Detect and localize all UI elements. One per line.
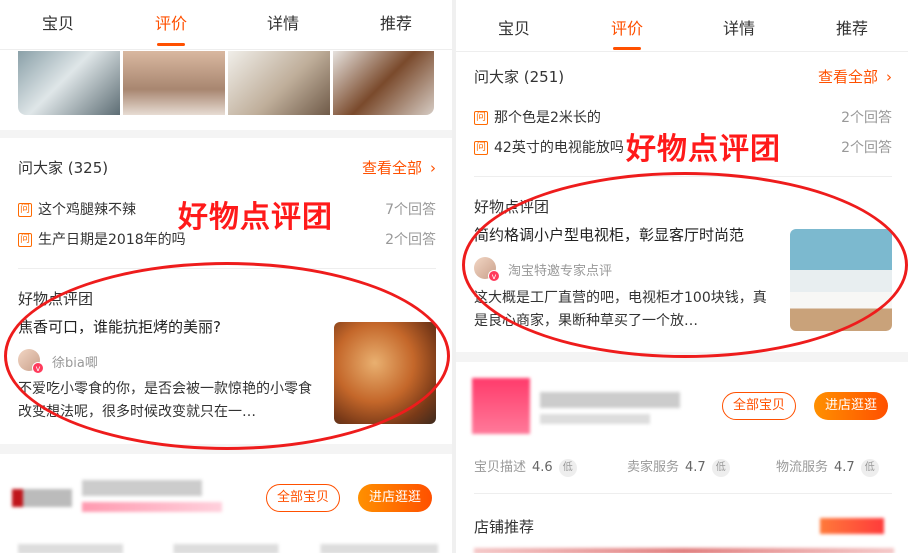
answer-count: 2个回答: [385, 232, 436, 248]
tab-details[interactable]: 详情: [723, 6, 755, 52]
store-recommend-strip: [474, 548, 894, 553]
see-all-label: 查看全部: [817, 68, 878, 86]
tab-item[interactable]: 宝贝: [42, 0, 74, 48]
all-items-button[interactable]: 全部宝贝: [722, 392, 797, 420]
left-screenshot: 宝贝 评价 详情 推荐 问大家 (325) 查看全部 › 问 这个鸡腿辣不辣 7个…: [0, 0, 452, 553]
see-all-label: 查看全部: [361, 159, 422, 177]
tab-reviews[interactable]: 评价: [155, 0, 187, 48]
review-photo[interactable]: [228, 51, 330, 115]
store-recommend-title: 店铺推荐: [474, 518, 535, 536]
rating-label: 物流服务: [776, 460, 829, 475]
ask-title: 问大家 (325): [18, 159, 109, 177]
tab-item[interactable]: 宝贝: [498, 6, 530, 52]
question-icon: 问: [18, 233, 32, 247]
highlight-ellipse: [462, 172, 908, 358]
rating-logistics: 物流服务 4.7 低: [776, 456, 879, 477]
tab-bar: 宝贝 评价 详情 推荐: [0, 0, 452, 50]
enter-store-button[interactable]: 进店逛逛: [358, 484, 433, 512]
question-text: 42英寸的电视能放吗: [494, 140, 624, 156]
rating-label: 卖家服务: [627, 460, 680, 475]
annotation-label: 好物点评团: [626, 132, 781, 167]
review-photo[interactable]: [18, 51, 120, 115]
store-recommend-link[interactable]: [820, 518, 884, 534]
annotation-label: 好物点评团: [178, 200, 333, 235]
question-icon: 问: [474, 111, 488, 125]
chevron-right-icon: ›: [886, 68, 892, 86]
tab-reviews[interactable]: 评价: [611, 6, 643, 52]
question-icon: 问: [18, 203, 32, 217]
highlight-ellipse: [4, 262, 450, 450]
rating-label: 宝贝描述: [474, 460, 527, 475]
all-items-button[interactable]: 全部宝贝: [266, 484, 341, 512]
rating-level: 低: [558, 458, 577, 477]
shop-logo: [12, 489, 72, 507]
question-text: 这个鸡腿辣不辣: [38, 202, 136, 218]
answer-count: 2个回答: [841, 110, 892, 126]
shop-name: [540, 392, 680, 408]
right-screenshot: 宝贝 评价 详情 推荐 问大家 (251) 查看全部 › 问 那个色是2米长的 2…: [456, 0, 908, 553]
tab-recommend[interactable]: 推荐: [836, 6, 868, 52]
shop-ratings: [18, 544, 438, 553]
tab-details[interactable]: 详情: [267, 0, 299, 48]
answer-count: 7个回答: [385, 202, 436, 218]
see-all-link[interactable]: 查看全部 ›: [362, 157, 436, 178]
chevron-right-icon: ›: [430, 159, 436, 177]
rating-level: 低: [711, 458, 730, 477]
enter-store-button[interactable]: 进店逛逛: [814, 392, 889, 420]
row-divider: [474, 493, 892, 494]
shop-logo: [472, 378, 530, 434]
question-text: 生产日期是2018年的吗: [38, 232, 186, 248]
review-photo[interactable]: [123, 51, 225, 115]
see-all-link[interactable]: 查看全部 ›: [818, 66, 892, 87]
review-photo[interactable]: [333, 51, 434, 115]
rating-level: 低: [860, 458, 879, 477]
ask-title: 问大家 (251): [474, 68, 565, 86]
rating-value: 4.7: [685, 460, 706, 475]
tab-bar: 宝贝 评价 详情 推荐: [456, 6, 908, 52]
tab-recommend[interactable]: 推荐: [380, 0, 412, 48]
shop-badges: [82, 502, 222, 512]
shop-badges: [540, 414, 650, 424]
answer-count: 2个回答: [841, 140, 892, 156]
rating-description: 宝贝描述 4.6 低: [474, 456, 577, 477]
rating-service: 卖家服务 4.7 低: [627, 456, 730, 477]
review-photo-strip: [18, 51, 434, 115]
section-divider: [0, 130, 452, 138]
rating-value: 4.7: [834, 460, 855, 475]
question-text: 那个色是2米长的: [494, 110, 601, 126]
top-edge: [456, 0, 908, 6]
question-icon: 问: [474, 141, 488, 155]
shop-name: [82, 480, 202, 496]
rating-value: 4.6: [532, 460, 553, 475]
